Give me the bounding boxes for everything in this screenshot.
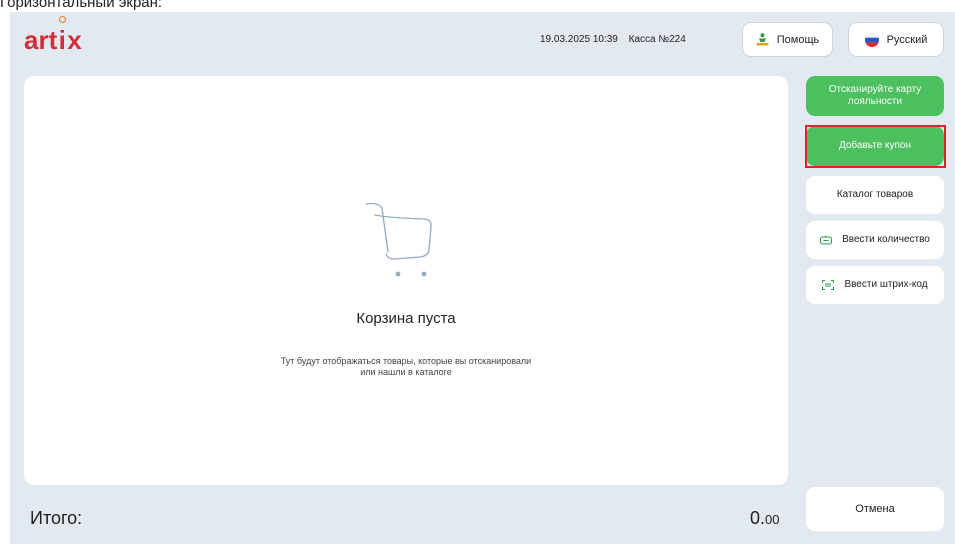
cancel-button[interactable]: Отмена xyxy=(806,487,944,531)
cart-panel: Корзина пуста Тут будут отображаться тов… xyxy=(24,76,788,485)
help-person-icon xyxy=(756,33,769,46)
document-caption: Горизонтальный экран: xyxy=(0,0,163,11)
datetime: 19.03.2025 10:39 xyxy=(540,34,618,45)
cancel-label: Отмена xyxy=(855,503,895,515)
add-coupon-label: Добавьте купон xyxy=(838,140,912,151)
help-label: Помощь xyxy=(776,33,820,46)
logo-text-end: x xyxy=(67,25,82,55)
total-label: Итого: xyxy=(30,508,83,528)
empty-cart-description-line1: Тут будут отображаться товары, которые в… xyxy=(280,356,532,366)
barcode-scan-icon xyxy=(822,280,835,290)
quantity-icon xyxy=(820,235,833,245)
empty-cart-description-line2: или нашли в каталоге xyxy=(360,367,452,377)
language-button[interactable]: Русский xyxy=(848,22,944,57)
enter-quantity-button[interactable]: Ввести количество xyxy=(806,221,944,259)
empty-cart-title: Корзина пуста xyxy=(356,310,456,327)
loyalty-label-line2: лояльности xyxy=(847,96,903,107)
shopping-cart-icon xyxy=(360,199,450,294)
logo-text-start: art xyxy=(24,25,58,55)
barcode-label: Ввести штрих-код xyxy=(844,279,928,290)
russia-flag-icon xyxy=(864,32,879,47)
artix-logo: artix xyxy=(24,16,82,55)
total-amount-integer: 0. xyxy=(750,508,766,528)
quantity-label: Ввести количество xyxy=(842,234,930,245)
add-coupon-button[interactable]: Добавьте купон xyxy=(806,126,944,166)
register-number: Касса №224 xyxy=(628,34,686,45)
kiosk-screen: artix 19.03.2025 10:39 Касса №224 Помощь xyxy=(10,12,955,544)
catalog-label: Каталог товаров xyxy=(836,189,914,200)
logo-text-i: i xyxy=(58,16,67,55)
empty-cart-description: Тут будут отображаться товары, которые в… xyxy=(24,356,788,378)
total-amount-cents: 00 xyxy=(765,512,780,527)
scan-loyalty-card-button[interactable]: Отсканируйте карту лояльности xyxy=(806,76,944,116)
product-catalog-button[interactable]: Каталог товаров xyxy=(806,176,944,214)
enter-barcode-button[interactable]: Ввести штрих-код xyxy=(806,266,944,304)
header-info: 19.03.2025 10:39 Касса №224 xyxy=(540,27,686,53)
help-button[interactable]: Помощь xyxy=(742,22,833,57)
total-amount: 0.00 xyxy=(750,508,779,529)
loyalty-label-line1: Отсканируйте карту xyxy=(828,84,922,95)
language-label: Русский xyxy=(886,33,928,46)
